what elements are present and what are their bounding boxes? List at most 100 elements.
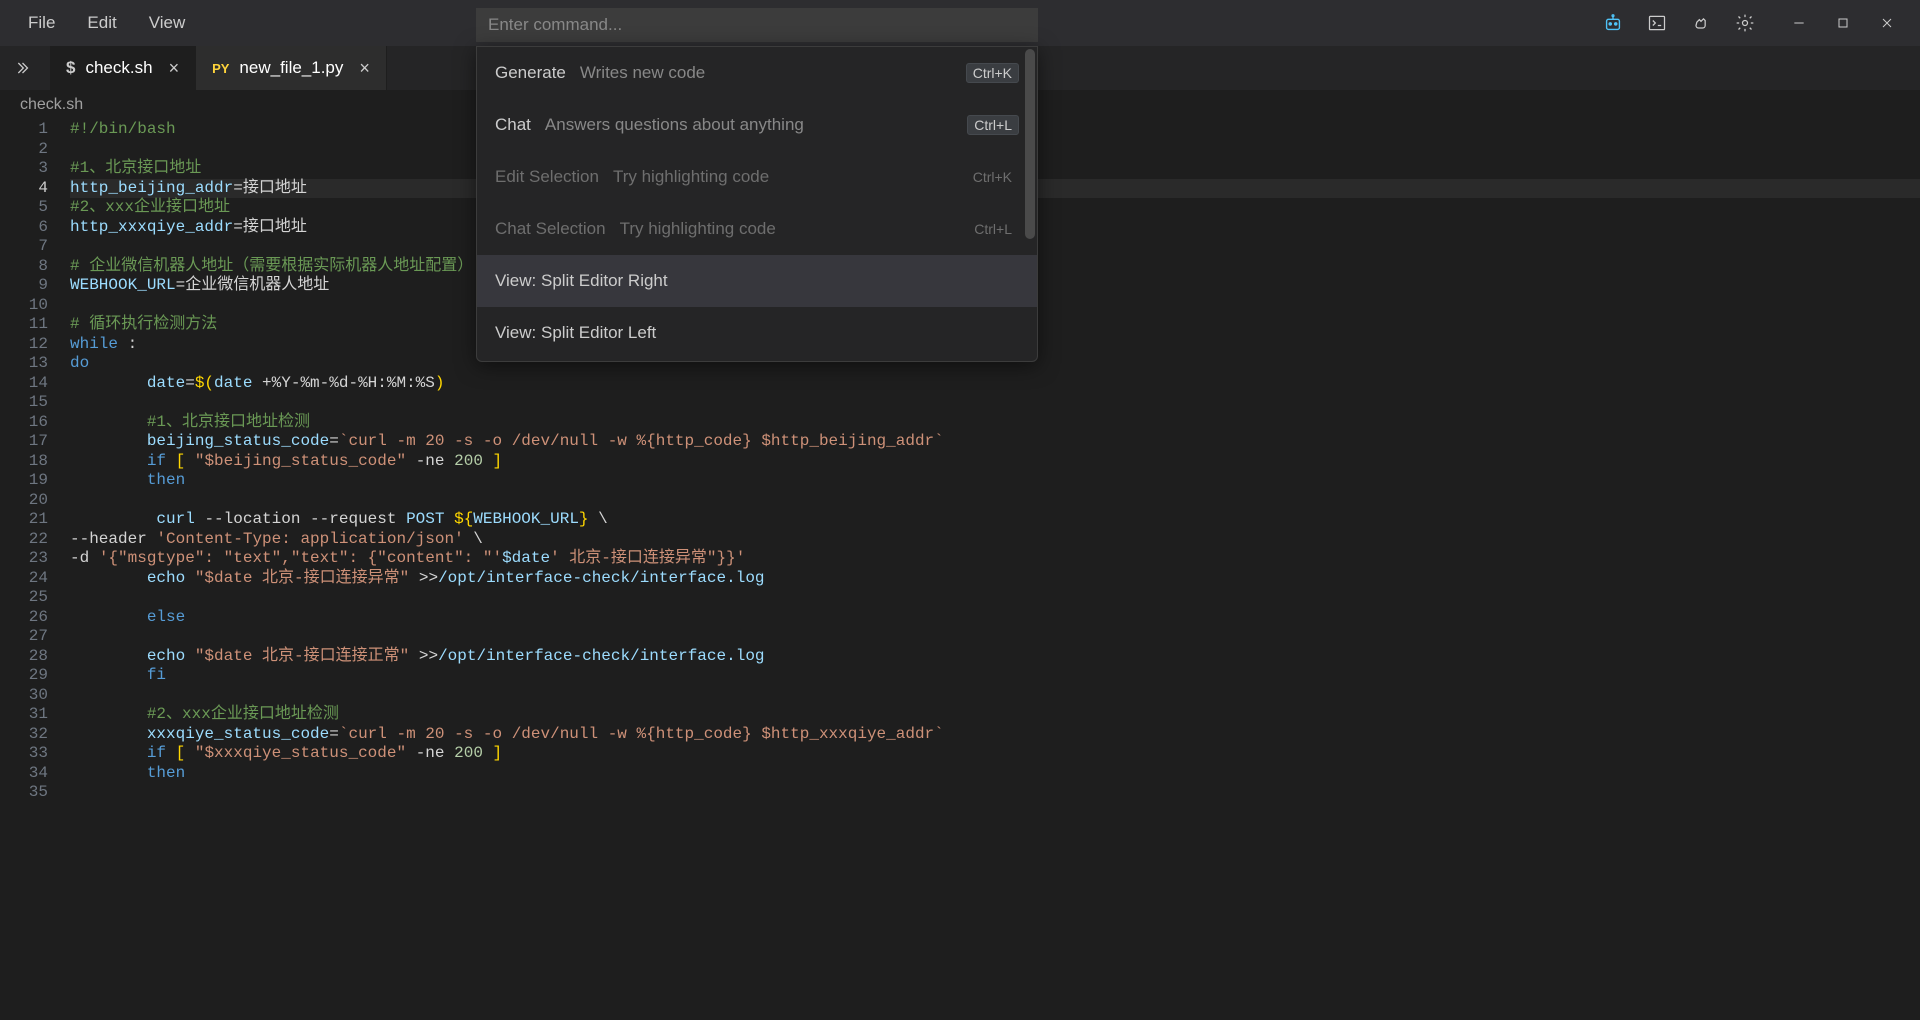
palette-shortcut: Ctrl+K bbox=[966, 63, 1019, 83]
python-file-icon: PY bbox=[212, 61, 229, 76]
line-number: 5 bbox=[0, 198, 48, 218]
line-number: 13 bbox=[0, 354, 48, 374]
line-number: 24 bbox=[0, 569, 48, 589]
code-line[interactable]: if [ "$xxxqiye_status_code" -ne 200 ] bbox=[70, 744, 1920, 764]
code-line[interactable]: if [ "$beijing_status_code" -ne 200 ] bbox=[70, 452, 1920, 472]
tab-label: new_file_1.py bbox=[239, 58, 343, 78]
line-number: 31 bbox=[0, 705, 48, 725]
line-number: 28 bbox=[0, 647, 48, 667]
line-number: 19 bbox=[0, 471, 48, 491]
line-number: 34 bbox=[0, 764, 48, 784]
menu-file[interactable]: File bbox=[12, 7, 71, 39]
palette-item[interactable]: View: Split Editor Right bbox=[477, 255, 1037, 307]
line-number: 22 bbox=[0, 530, 48, 550]
line-number: 4 bbox=[0, 179, 48, 199]
line-number: 15 bbox=[0, 393, 48, 413]
ai-robot-icon[interactable] bbox=[1602, 12, 1624, 34]
window-controls bbox=[1788, 12, 1898, 34]
line-gutter: 1234567891011121314151617181920212223242… bbox=[0, 120, 70, 1020]
code-line[interactable]: then bbox=[70, 471, 1920, 491]
line-number: 14 bbox=[0, 374, 48, 394]
menubar: File Edit View bbox=[0, 0, 1920, 46]
line-number: 12 bbox=[0, 335, 48, 355]
palette-label: View: Split Editor Left bbox=[495, 323, 656, 343]
line-number: 30 bbox=[0, 686, 48, 706]
clap-icon[interactable] bbox=[1690, 12, 1712, 34]
code-line[interactable]: then bbox=[70, 764, 1920, 784]
code-line[interactable] bbox=[70, 393, 1920, 413]
tab-check-sh[interactable]: $ check.sh × bbox=[50, 46, 196, 90]
palette-label: View: Split Editor Right bbox=[495, 271, 668, 291]
tab-close-icon[interactable]: × bbox=[359, 58, 370, 79]
line-number: 21 bbox=[0, 510, 48, 530]
menu-edit[interactable]: Edit bbox=[71, 7, 132, 39]
menu-items: File Edit View bbox=[12, 7, 201, 39]
menu-view[interactable]: View bbox=[133, 7, 202, 39]
line-number: 27 bbox=[0, 627, 48, 647]
line-number: 8 bbox=[0, 257, 48, 277]
line-number: 16 bbox=[0, 413, 48, 433]
code-line[interactable] bbox=[70, 686, 1920, 706]
line-number: 18 bbox=[0, 452, 48, 472]
line-number: 20 bbox=[0, 491, 48, 511]
code-line[interactable]: else bbox=[70, 608, 1920, 628]
palette-hint: Try highlighting code bbox=[620, 219, 776, 239]
palette-shortcut: Ctrl+L bbox=[967, 115, 1019, 135]
minimize-icon[interactable] bbox=[1788, 12, 1810, 34]
code-line[interactable]: curl --location --request POST ${WEBHOOK… bbox=[70, 510, 1920, 530]
code-line[interactable]: fi bbox=[70, 666, 1920, 686]
code-line[interactable] bbox=[70, 783, 1920, 803]
tab-close-icon[interactable]: × bbox=[169, 58, 180, 79]
command-palette: GenerateWrites new codeCtrl+KChatAnswers… bbox=[476, 46, 1038, 362]
line-number: 23 bbox=[0, 549, 48, 569]
line-number: 29 bbox=[0, 666, 48, 686]
line-number: 10 bbox=[0, 296, 48, 316]
palette-label: Chat Selection bbox=[495, 219, 606, 239]
palette-hint: Try highlighting code bbox=[613, 167, 769, 187]
code-line[interactable] bbox=[70, 588, 1920, 608]
gear-icon[interactable] bbox=[1734, 12, 1756, 34]
line-number: 25 bbox=[0, 588, 48, 608]
line-number: 9 bbox=[0, 276, 48, 296]
tab-expand-icon[interactable] bbox=[0, 46, 50, 90]
code-line[interactable]: #2、xxx企业接口地址检测 bbox=[70, 705, 1920, 725]
code-line[interactable] bbox=[70, 491, 1920, 511]
palette-item[interactable]: GenerateWrites new codeCtrl+K bbox=[477, 47, 1037, 99]
line-number: 26 bbox=[0, 608, 48, 628]
palette-scrollbar[interactable] bbox=[1025, 49, 1035, 239]
tab-label: check.sh bbox=[85, 58, 152, 78]
code-line[interactable]: echo "$date 北京-接口连接正常" >>/opt/interface-… bbox=[70, 647, 1920, 667]
palette-label: Edit Selection bbox=[495, 167, 599, 187]
code-line[interactable]: --header 'Content-Type: application/json… bbox=[70, 530, 1920, 550]
maximize-icon[interactable] bbox=[1832, 12, 1854, 34]
palette-item: Chat Selection Try highlighting code Ctrl+… bbox=[477, 203, 1037, 255]
palette-shortcut: Ctrl+L bbox=[967, 219, 1019, 239]
line-number: 35 bbox=[0, 783, 48, 803]
code-line[interactable]: xxxqiye_status_code=`curl -m 20 -s -o /d… bbox=[70, 725, 1920, 745]
palette-item[interactable]: ChatAnswers questions about anythingCtrl… bbox=[477, 99, 1037, 151]
line-number: 32 bbox=[0, 725, 48, 745]
shell-file-icon: $ bbox=[66, 58, 75, 78]
line-number: 1 bbox=[0, 120, 48, 140]
line-number: 6 bbox=[0, 218, 48, 238]
close-icon[interactable] bbox=[1876, 12, 1898, 34]
code-line[interactable]: #1、北京接口地址检测 bbox=[70, 413, 1920, 433]
palette-label: Chat bbox=[495, 115, 531, 135]
line-number: 7 bbox=[0, 237, 48, 257]
palette-shortcut: Ctrl+K bbox=[966, 167, 1019, 187]
code-line[interactable]: -d '{"msgtype": "text","text": {"content… bbox=[70, 549, 1920, 569]
tab-new-file-py[interactable]: PY new_file_1.py × bbox=[196, 46, 387, 90]
code-line[interactable]: date=$(date +%Y-%m-%d-%H:%M:%S) bbox=[70, 374, 1920, 394]
palette-item: Edit Selection Try highlighting code Ctrl+… bbox=[477, 151, 1037, 203]
terminal-icon[interactable] bbox=[1646, 12, 1668, 34]
line-number: 3 bbox=[0, 159, 48, 179]
palette-item[interactable]: View: Split Editor Left bbox=[477, 307, 1037, 359]
code-line[interactable]: echo "$date 北京-接口连接异常" >>/opt/interface-… bbox=[70, 569, 1920, 589]
line-number: 17 bbox=[0, 432, 48, 452]
palette-hint: Writes new code bbox=[580, 63, 705, 83]
titlebar-icons bbox=[1602, 12, 1908, 34]
line-number: 33 bbox=[0, 744, 48, 764]
code-line[interactable] bbox=[70, 627, 1920, 647]
command-input[interactable] bbox=[476, 8, 1038, 42]
code-line[interactable]: beijing_status_code=`curl -m 20 -s -o /d… bbox=[70, 432, 1920, 452]
